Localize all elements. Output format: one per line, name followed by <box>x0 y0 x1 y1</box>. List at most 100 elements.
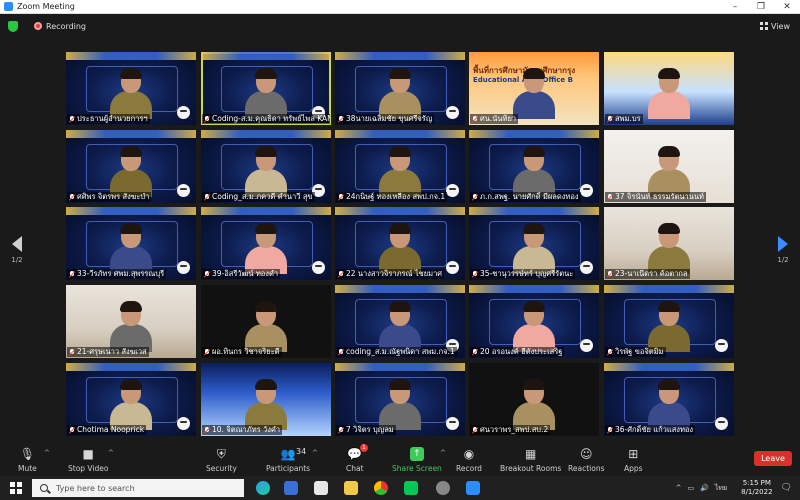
background-mascot-icon <box>312 261 325 274</box>
meeting-topbar: Recording View <box>0 14 800 38</box>
participant-video-tile[interactable]: 23-นาเนีดรา ค้อตากล <box>604 207 734 280</box>
participant-video-tile[interactable]: 21-ศรุษเนาว สังฆเวส <box>66 285 196 358</box>
participant-video-tile[interactable]: Coding-ส.ม.คุณธิดา ทรัพย์ไพล KAN1 <box>201 52 331 125</box>
participant-name: ศศิพร จิตรพร สังฆะบำ <box>77 192 150 201</box>
background-mascot-icon <box>177 261 190 274</box>
video-options-chevron-icon[interactable]: ^ <box>108 449 114 457</box>
window-title: Zoom Meeting <box>17 2 75 11</box>
leave-button[interactable]: Leave <box>754 451 792 466</box>
participant-video-feed <box>245 146 287 197</box>
participant-video-feed <box>513 379 555 430</box>
participant-name-label: 7 วิจิตร บุญลม <box>336 425 396 435</box>
tray-overflow-chevron-icon[interactable]: ^ <box>676 484 682 492</box>
participant-video-tile[interactable]: ผอ.ทินกร วิชาจริยะดี <box>201 285 331 358</box>
muted-microphone-icon <box>338 426 344 434</box>
participant-name-label: วิรพัฐ ขอจิตมิม <box>605 347 666 357</box>
participant-video-tile[interactable]: coding_ส.ม.ณัฐพนิดา สพม.กจ.1 <box>335 285 465 358</box>
network-icon[interactable]: ▭ <box>688 484 695 492</box>
participant-video-tile[interactable]: 36-ศักดิ์ชัย แก้วแสงทอง <box>604 363 734 436</box>
participant-name: ประธานผู้อำนวยการฯ <box>77 114 148 123</box>
participant-video-feed <box>110 301 152 352</box>
participant-video-tile[interactable]: 10. จิตณาภัทร วังคำ <box>201 363 331 436</box>
participant-video-tile[interactable]: 39-อิสรีวัฒน์ ทองดำ <box>201 207 331 280</box>
participants-button[interactable]: 👥 34 Participants <box>266 443 310 473</box>
participant-video-feed <box>245 301 287 352</box>
participants-options-chevron-icon[interactable]: ^ <box>312 449 318 457</box>
participant-video-tile[interactable]: Chotima Nooprick <box>66 363 196 436</box>
breakout-rooms-icon: ▦ <box>524 447 537 461</box>
close-icon[interactable]: ✕ <box>774 2 800 12</box>
view-label: View <box>771 21 790 31</box>
shield-icon: ⛨ <box>216 446 226 461</box>
participant-name: 37 จิรนันท์ ธรรมรัตนานนท์ <box>615 192 704 201</box>
meeting-toolbar: 🎙 Mute ^ ■ Stop Video ^ ⛨ Security 👥 34 P… <box>0 440 800 476</box>
minimize-icon[interactable]: – <box>722 2 748 12</box>
background-mascot-icon <box>580 339 593 352</box>
share-screen-button[interactable]: ↑ Share Screen <box>392 443 442 473</box>
reactions-button[interactable]: ☺ Reactions <box>568 443 604 473</box>
maximize-icon[interactable]: ❐ <box>748 2 774 12</box>
participant-name-label: 35-ชานุวรรษ์ทร์ บุญศรีรัตนะ <box>470 269 576 279</box>
zoom-taskbar-icon[interactable] <box>466 481 480 495</box>
participant-name-label: 33-วีรภัทร ศพม.สุพรรณบุรี <box>67 269 167 279</box>
participant-video-tile[interactable]: 20 อรอนงค์ ฮีตังประเสริฐ <box>469 285 599 358</box>
apps-button[interactable]: ⊞ Apps <box>624 443 643 473</box>
chat-button[interactable]: 💬 1 Chat <box>346 443 368 473</box>
participant-video-tile[interactable]: 24กนิษฐ์ ทองเหลือง สพป.กจ.1 <box>335 130 465 203</box>
participant-video-feed <box>648 301 690 352</box>
participant-video-tile[interactable]: 35-ชานุวรรษ์ทร์ บุญศรีรัตนะ <box>469 207 599 280</box>
participant-name: 7 วิจิตร บุญลม <box>346 425 394 434</box>
participant-name-label: 39-อิสรีวัฒน์ ทองดำ <box>202 269 281 279</box>
mail-icon[interactable] <box>314 481 328 495</box>
participant-video-tile[interactable]: ศศิพร จิตรพร สังฆะบำ <box>66 130 196 203</box>
page-indicator-left: 1/2 <box>11 256 23 264</box>
windows-start-icon[interactable] <box>10 482 22 494</box>
participant-video-tile[interactable]: 38นายเฉลิมชัย ขุนศรีจรัญ <box>335 52 465 125</box>
chrome-icon[interactable] <box>374 481 388 495</box>
participant-name: ศนวราพร_สพป.สบ.2 <box>480 425 549 434</box>
breakout-rooms-button[interactable]: ▦ Breakout Rooms <box>500 443 561 473</box>
participant-video-tile[interactable]: 37 จิรนันท์ ธรรมรัตนานนท์ <box>604 130 734 203</box>
participant-video-tile[interactable]: 7 วิจิตร บุญลม <box>335 363 465 436</box>
chevron-right-icon <box>778 236 788 252</box>
participant-video-tile[interactable]: ภ.ก.สพฐ. นายศักดิ์ มีผลดงทอง <box>469 130 599 203</box>
taskbar-search-input[interactable]: Type here to search <box>32 479 244 497</box>
muted-microphone-icon <box>472 348 478 356</box>
participant-video-tile[interactable]: 22 นางสาวจิราภรณ์ ไชยมาศ <box>335 207 465 280</box>
record-button[interactable]: ◉ Record <box>456 443 482 473</box>
line-app-icon[interactable] <box>404 481 418 495</box>
settings-gear-icon[interactable] <box>436 481 450 495</box>
muted-microphone-icon <box>204 270 210 278</box>
encryption-shield-icon[interactable] <box>8 20 18 32</box>
participant-video-tile[interactable]: วิรพัฐ ขอจิตมิม <box>604 285 734 358</box>
taskbar-clock[interactable]: 5:15 PM 8/1/2022 <box>741 479 772 497</box>
previous-page-button[interactable]: 1/2 <box>10 236 24 276</box>
participant-video-tile[interactable]: สพม.บร <box>604 52 734 125</box>
security-button[interactable]: ⛨ Security <box>206 443 237 474</box>
participant-video-tile[interactable]: 33-วีรภัทร ศพม.สุพรรณบุรี <box>66 207 196 280</box>
participant-video-tile[interactable]: Coding_ส.ม.ภควดี คำนาวี สุข <box>201 130 331 203</box>
participant-name-label: 24กนิษฐ์ ทองเหลือง สพป.กจ.1 <box>336 192 448 202</box>
file-explorer-icon[interactable] <box>344 481 358 495</box>
participant-name-label: 21-ศรุษเนาว สังฆเวส <box>67 347 149 357</box>
participant-name: 35-ชานุวรรษ์ทร์ บุญศรีรัตนะ <box>480 269 574 278</box>
edge-browser-icon[interactable] <box>256 481 270 495</box>
participant-video-tile[interactable]: ประธานผู้อำนวยการฯ <box>66 52 196 125</box>
background-mascot-icon <box>177 106 190 119</box>
notification-center-icon[interactable]: 🗨 <box>781 483 792 493</box>
apps-label: Apps <box>624 464 643 473</box>
clock-time: 5:15 PM <box>742 479 771 487</box>
store-icon[interactable] <box>284 481 298 495</box>
participant-name: 24กนิษฐ์ ทองเหลือง สพป.กจ.1 <box>346 192 446 201</box>
speaker-icon[interactable]: 🔊 <box>700 484 709 492</box>
stop-video-button[interactable]: ■ Stop Video <box>68 443 108 473</box>
participant-video-tile[interactable]: ศนวราพร_สพป.สบ.2 <box>469 363 599 436</box>
language-indicator[interactable]: ไทย <box>715 483 727 494</box>
mute-button[interactable]: 🎙 Mute <box>18 443 37 473</box>
share-options-chevron-icon[interactable]: ^ <box>440 449 446 457</box>
next-page-button[interactable]: 1/2 <box>776 236 790 276</box>
view-button[interactable]: View <box>760 22 790 31</box>
participant-video-tile[interactable]: พื้นที่การศึกษามัธยมศึกษากรุงEducational… <box>469 52 599 125</box>
stop-video-label: Stop Video <box>68 464 109 473</box>
mute-options-chevron-icon[interactable]: ^ <box>44 449 50 457</box>
